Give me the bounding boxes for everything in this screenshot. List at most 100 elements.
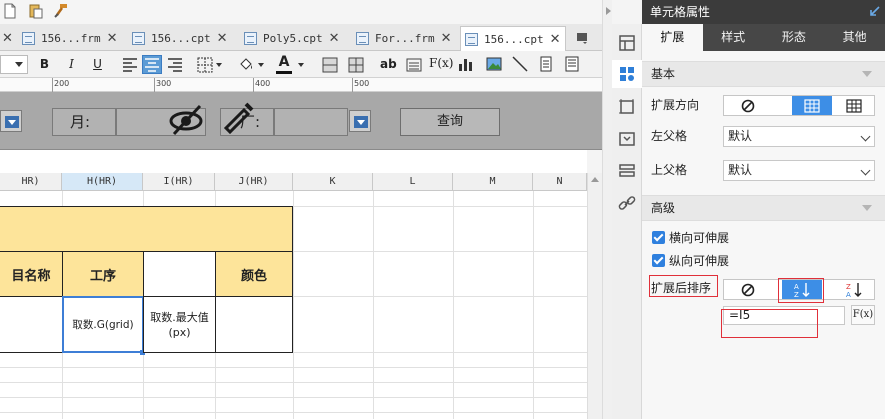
collapse-arrow-icon[interactable] (606, 7, 611, 15)
left-parent-select[interactable]: 默认 (723, 126, 875, 147)
formula-editor-button[interactable]: F(x) (851, 305, 875, 325)
advanced-section-header[interactable]: 高级 (642, 195, 885, 221)
sort-after-expand-label: 扩展后排序 (651, 281, 712, 295)
factory-dropdown-button[interactable] (349, 110, 371, 132)
quick-toolbar (0, 0, 602, 24)
chevron-down-icon[interactable] (298, 63, 304, 67)
column-header[interactable]: J(HR) (215, 173, 293, 191)
cell-element-icon[interactable] (618, 98, 636, 116)
horizontal-extend-label: 横向可伸展 (669, 231, 730, 245)
column-header[interactable]: M (453, 173, 533, 191)
column-header[interactable]: N (533, 173, 587, 191)
data-cell[interactable] (0, 296, 63, 353)
expand-none-button[interactable] (732, 96, 764, 115)
font-size-select[interactable] (0, 55, 28, 74)
tab-other[interactable]: 其他 (824, 24, 885, 51)
close-icon[interactable]: ✕ (329, 31, 340, 46)
data-cell[interactable] (215, 296, 293, 353)
report-grid[interactable]: 目名称 工序 颜色 取数.G(grid) 取数.最大值(px) (0, 191, 587, 419)
tab-file-5[interactable]: 156...cpt ✕ (460, 26, 566, 51)
param-dropdown-button[interactable] (0, 110, 22, 132)
collapse-caret-icon (862, 71, 872, 77)
close-icon[interactable]: ✕ (217, 31, 228, 46)
vertical-scrollbar[interactable] (587, 173, 602, 419)
data-cell-selected[interactable]: 取数.G(grid) (62, 296, 144, 353)
sort-ascending-highlight (778, 278, 824, 303)
italic-button[interactable]: I (62, 55, 81, 74)
align-left-icon[interactable] (122, 58, 138, 72)
no-symbol-icon (741, 283, 755, 296)
horizontal-extend-checkbox[interactable] (652, 231, 665, 244)
tab-shape[interactable]: 形态 (764, 24, 825, 51)
chevron-down-icon[interactable] (216, 63, 222, 67)
ruler-mark: 200 (54, 79, 70, 88)
column-header[interactable]: K (293, 173, 373, 191)
insert-subreport-icon[interactable] (538, 56, 554, 72)
header-cell[interactable]: 颜色 (215, 251, 293, 297)
expand-vertical-button[interactable] (792, 96, 832, 115)
chevron-down-icon[interactable] (258, 63, 264, 67)
basic-section-header[interactable]: 基本 (642, 61, 885, 87)
data-cell[interactable]: 取数.最大值(px) (143, 296, 216, 353)
expand-direction-label: 扩展方向 (651, 98, 700, 112)
tab-style[interactable]: 样式 (703, 24, 764, 51)
expand-horizontal-button[interactable] (834, 96, 874, 115)
merged-title-cell[interactable] (0, 206, 293, 252)
cell-properties-icon[interactable] (618, 34, 636, 52)
column-header[interactable]: L (373, 173, 453, 191)
panel-splitter[interactable] (602, 0, 612, 419)
column-header[interactable]: HR) (0, 173, 62, 191)
new-file-icon[interactable] (2, 3, 18, 19)
bar-chart-icon[interactable] (458, 56, 474, 72)
bold-button[interactable]: B (35, 55, 54, 74)
column-header[interactable]: H(HR) (62, 173, 143, 191)
close-icon[interactable]: ✕ (2, 31, 13, 46)
image-icon[interactable] (486, 56, 502, 72)
top-parent-select[interactable]: 默认 (723, 160, 875, 181)
header-cell[interactable]: 工序 (62, 251, 144, 297)
close-icon[interactable]: ✕ (107, 31, 118, 46)
align-center-button[interactable] (142, 55, 162, 74)
vertical-extend-label: 纵向可伸展 (669, 254, 730, 268)
widget-settings-icon[interactable] (618, 65, 636, 83)
data-list-icon[interactable] (618, 162, 636, 180)
sort-formula-highlight (721, 309, 818, 338)
formula-icon[interactable]: F(x) (429, 56, 453, 70)
column-header[interactable]: I(HR) (143, 173, 215, 191)
close-icon[interactable]: ✕ (441, 31, 452, 46)
format-painter-icon[interactable] (53, 3, 69, 19)
insert-text-icon[interactable]: ab (380, 57, 397, 71)
query-button[interactable]: 查询 (400, 108, 500, 136)
close-icon[interactable]: ✕ (550, 32, 561, 47)
tab-file-1[interactable]: 156...frm ✕ (18, 26, 126, 51)
tab-file-3[interactable]: Poly5.cpt ✕ (240, 26, 350, 51)
insert-chart-list-icon[interactable] (406, 57, 422, 73)
fill-color-icon[interactable] (238, 56, 255, 73)
condition-attribute-icon[interactable] (618, 130, 636, 148)
hyperlink-icon[interactable] (618, 194, 636, 212)
header-cell[interactable]: 目名称 (0, 251, 63, 297)
page-settings-icon[interactable] (564, 56, 580, 72)
dock-panel-icon[interactable] (868, 6, 880, 18)
merge-cells-icon[interactable] (322, 57, 338, 73)
report-file-icon (356, 32, 369, 45)
underline-button[interactable]: U (88, 55, 107, 74)
tab-file-2[interactable]: 156...cpt ✕ (128, 26, 238, 51)
sort-none-button[interactable] (732, 280, 764, 299)
tab-file-4[interactable]: For...frm ✕ (352, 26, 460, 51)
diagonal-line-icon[interactable] (512, 56, 528, 72)
factory-input[interactable] (274, 108, 348, 136)
scroll-up-icon[interactable] (591, 177, 599, 182)
header-cell[interactable] (143, 251, 216, 297)
vertical-extend-checkbox[interactable] (652, 254, 665, 267)
border-icon[interactable] (197, 57, 213, 73)
edit-pencil-icon (223, 102, 254, 134)
ruler-mark: 400 (255, 79, 271, 88)
sort-descending-button[interactable]: ZA (834, 280, 874, 299)
align-right-icon[interactable] (167, 58, 183, 72)
split-cells-icon[interactable] (348, 57, 364, 73)
paste-icon[interactable] (28, 3, 44, 19)
tab-expand[interactable]: 扩展 (642, 24, 703, 51)
tab-close-prev[interactable]: ✕ (2, 26, 13, 51)
tab-list-icon[interactable] (576, 31, 590, 45)
